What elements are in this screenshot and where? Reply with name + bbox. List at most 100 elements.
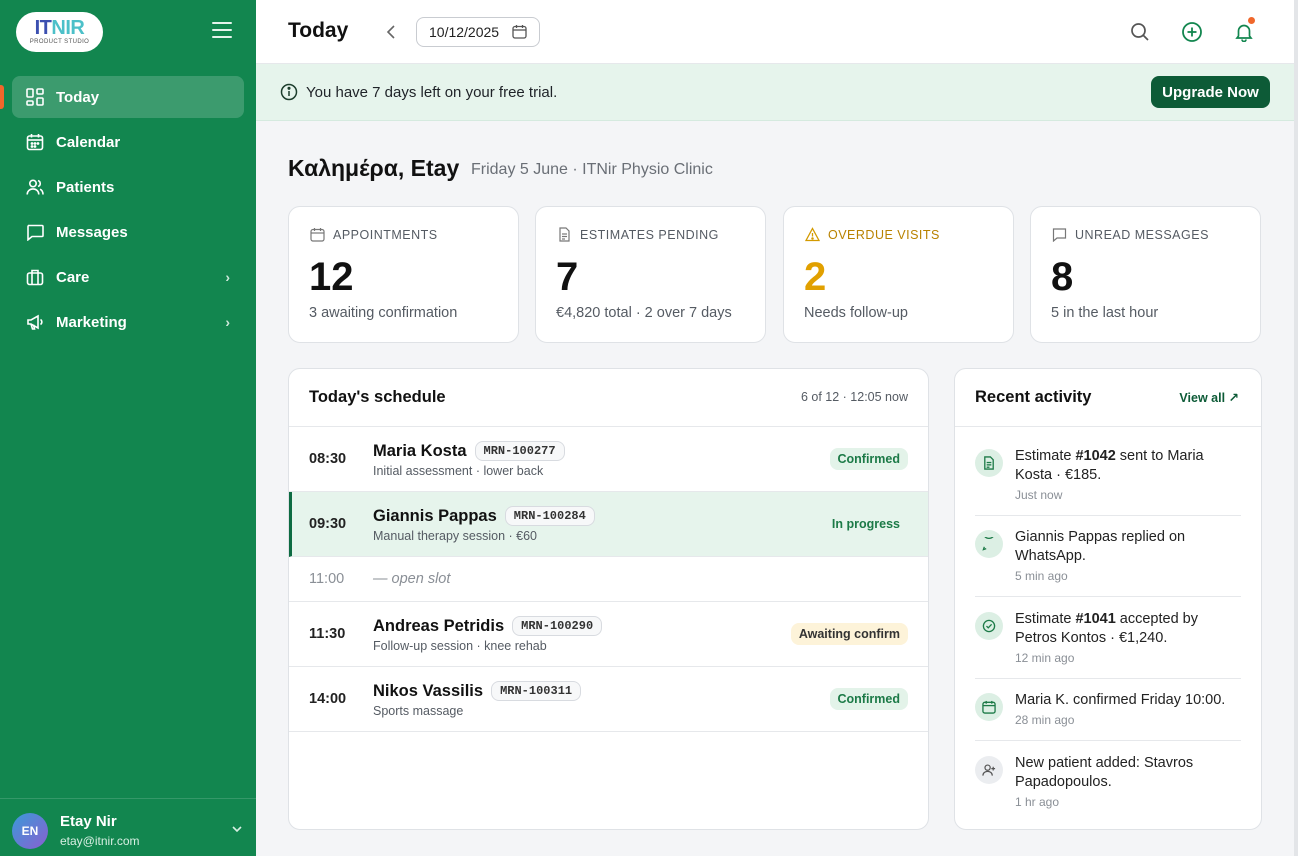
message-icon (1052, 227, 1068, 243)
scrollbar[interactable] (1294, 0, 1298, 856)
stat-subtext: 3 awaiting confirmation (309, 305, 458, 321)
activity-text-part: Estimate (1015, 448, 1076, 464)
stat-value: 8 (1051, 255, 1074, 299)
sidebar-item-patients[interactable]: Patients (12, 166, 244, 208)
activity-item[interactable]: Estimate #1042 sent to Maria Kosta · €18… (975, 447, 1241, 516)
appointment-time: 08:30 (309, 451, 347, 467)
sidebar-item-today[interactable]: Today (12, 76, 244, 118)
calendar-icon (25, 132, 45, 152)
sidebar-item-marketing[interactable]: Marketing › (12, 301, 244, 343)
upgrade-button[interactable]: Upgrade Now (1151, 76, 1270, 108)
schedule-row[interactable]: 11:30 Andreas Petridis MRN-100290 Follow-… (289, 602, 928, 667)
chat-icon (975, 530, 1003, 558)
sidebar: ITNIR PRODUCT STUDIO Today Calendar Pati… (0, 0, 256, 856)
activity-panel: Recent activity View all ↗ Estimate #104… (954, 368, 1262, 830)
sidebar-item-label: Patients (56, 178, 115, 196)
sidebar-item-calendar[interactable]: Calendar (12, 121, 244, 163)
status-badge: In progress (831, 517, 900, 531)
chevron-down-icon[interactable] (232, 821, 242, 835)
user-plus-icon (975, 756, 1003, 784)
appointment-time: 09:30 (309, 516, 347, 532)
document-icon (975, 449, 1003, 477)
sidebar-item-label: Messages (56, 223, 128, 241)
user-email: etay@itnir.com (60, 834, 140, 848)
sidebar-item-messages[interactable]: Messages (12, 211, 244, 253)
schedule-row[interactable]: 09:30 Giannis Pappas MRN-100284 Manual th… (289, 492, 928, 557)
open-slot-row[interactable]: 11:00 — open slot (289, 557, 928, 602)
chevron-right-icon: › (225, 314, 230, 330)
activity-text: Maria K. confirmed Friday 10:00. (1015, 692, 1226, 708)
status-badge: Awaiting confirm (790, 623, 908, 645)
users-icon (25, 177, 45, 197)
date-picker[interactable]: 10/12/2025 (416, 17, 540, 47)
stat-card-messages[interactable]: UNREAD MESSAGES 8 5 in the last hour (1030, 206, 1261, 343)
activity-item[interactable]: New patient added: Stavros Papadopoulos.… (975, 754, 1241, 814)
greeting-title: Καλημέρα, Etay (288, 155, 460, 181)
search-icon[interactable] (1128, 20, 1152, 44)
mrn-badge: MRN-100284 (504, 506, 595, 526)
stat-card-estimates[interactable]: ESTIMATES PENDING 7 €4,820 total · 2 ove… (535, 206, 766, 343)
avatar: EN (12, 813, 48, 849)
stat-value: 12 (309, 255, 354, 299)
trial-message: You have 7 days left on your free trial. (306, 84, 558, 101)
chevron-left-icon[interactable] (386, 20, 404, 42)
chevron-right-icon: › (225, 269, 230, 285)
app-logo[interactable]: ITNIR PRODUCT STUDIO (16, 12, 103, 52)
logo-text: ITNIR (35, 18, 85, 38)
appointment-description: Manual therapy session · €60 (373, 529, 537, 543)
appointment-description: Sports massage (373, 704, 464, 718)
warning-icon (804, 227, 821, 243)
activity-text-part: Estimate (1015, 611, 1076, 627)
bell-icon[interactable] (1232, 17, 1256, 44)
appointment-description: Initial assessment · lower back (373, 464, 544, 478)
activity-item[interactable]: Giannis Pappas replied on WhatsApp. 5 mi… (975, 528, 1241, 597)
activity-item[interactable]: Maria K. confirmed Friday 10:00. 28 min … (975, 691, 1241, 741)
active-nav-marker (0, 85, 4, 109)
status-badge: Confirmed (829, 448, 908, 470)
stat-label: APPOINTMENTS (333, 228, 438, 242)
calendar-icon (512, 24, 527, 42)
user-profile[interactable]: EN Etay Nir etay@itnir.com (0, 798, 256, 856)
logo-text-it: IT (34, 17, 52, 39)
stat-label: OVERDUE VISITS (828, 228, 940, 242)
schedule-panel: Today's schedule 6 of 12 · 12:05 now 08:… (288, 368, 929, 830)
schedule-row[interactable]: 14:00 Nikos Vassilis MRN-100311 Sports ma… (289, 667, 928, 732)
patient-name-text: Nikos Vassilis (373, 682, 484, 700)
activity-time: 28 min ago (1015, 713, 1075, 727)
activity-text-bold: #1041 (1075, 611, 1116, 627)
activity-time: 5 min ago (1015, 569, 1068, 583)
sidebar-item-label: Care (56, 268, 90, 286)
panel-title: Today's schedule (309, 388, 446, 406)
view-all-link[interactable]: View all ↗ (1179, 390, 1239, 405)
mrn-badge: MRN-100311 (491, 681, 582, 701)
notification-dot (1248, 17, 1255, 24)
stat-card-appointments[interactable]: APPOINTMENTS 12 3 awaiting confirmation (288, 206, 519, 343)
activity-text-bold: #1042 (1075, 448, 1116, 464)
stat-label: UNREAD MESSAGES (1075, 228, 1209, 242)
menu-toggle-icon[interactable] (212, 22, 232, 40)
schedule-row[interactable]: 08:30 Maria Kosta MRN-100277 Initial asse… (289, 427, 928, 492)
document-icon (557, 227, 573, 243)
add-icon[interactable] (1180, 20, 1204, 44)
check-circle-icon (975, 612, 1003, 640)
stat-subtext: €4,820 total · 2 over 7 days (556, 305, 732, 321)
panel-title: Recent activity (975, 388, 1092, 406)
sidebar-item-care[interactable]: Care › (12, 256, 244, 298)
logo-text-nir: NIR (51, 17, 85, 39)
sidebar-item-label: Calendar (56, 133, 121, 151)
appointment-time: 11:30 (309, 626, 346, 642)
stat-card-overdue[interactable]: OVERDUE VISITS 2 Needs follow-up (783, 206, 1014, 343)
calendar-icon (310, 227, 326, 243)
briefcase-icon (25, 267, 45, 287)
activity-time: 1 hr ago (1015, 795, 1060, 809)
calendar-icon (975, 693, 1003, 721)
trial-banner: You have 7 days left on your free trial.… (256, 64, 1294, 121)
megaphone-icon (25, 312, 45, 332)
activity-text: New patient added: Stavros Papadopoulos. (1015, 755, 1194, 790)
stat-subtext: Needs follow-up (804, 305, 908, 321)
stat-value: 7 (556, 255, 579, 299)
top-bar: Today 10/12/2025 (256, 0, 1294, 64)
patient-name: Nikos Vassilis MRN-100311 (373, 681, 582, 701)
message-icon (25, 222, 45, 242)
activity-item[interactable]: Estimate #1041 accepted by Petros Kontos… (975, 610, 1241, 679)
